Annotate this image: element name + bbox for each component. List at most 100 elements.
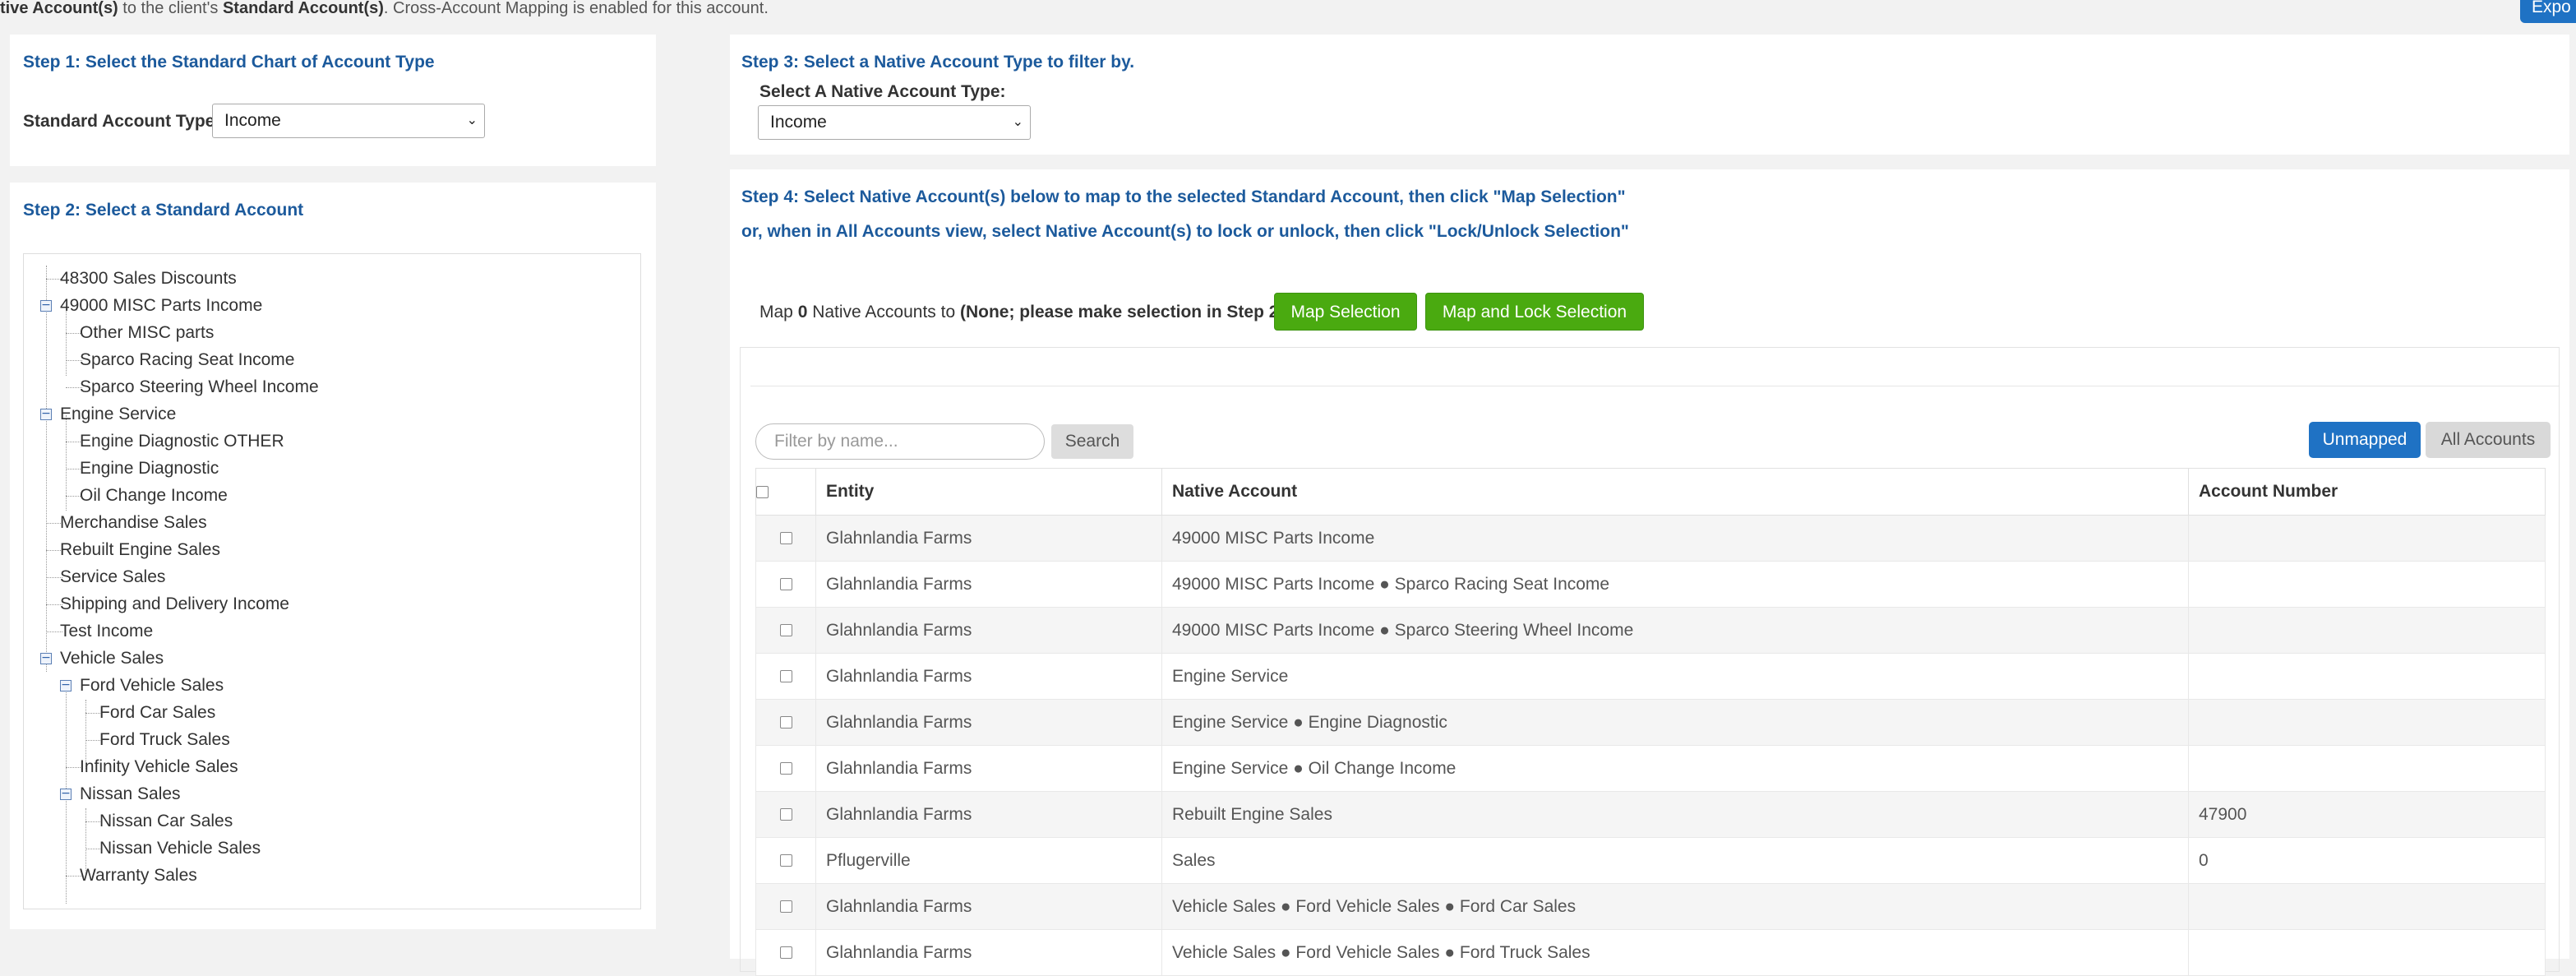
column-header-entity[interactable]: Entity <box>815 468 1162 516</box>
table-row[interactable]: Glahnlandia Farms Engine Service ● Oil C… <box>755 745 2546 792</box>
row-checkbox[interactable] <box>779 624 792 637</box>
native-account-cell: Vehicle Sales ● Ford Vehicle Sales ● For… <box>1161 929 2189 976</box>
table-row[interactable]: Glahnlandia Farms 49000 MISC Parts Incom… <box>755 515 2546 562</box>
row-checkbox[interactable] <box>779 946 792 960</box>
tree-item[interactable]: Oil Change Income <box>80 483 228 509</box>
tree-item[interactable]: Ford Truck Sales <box>99 727 230 753</box>
tree-item[interactable]: Service Sales <box>60 564 165 590</box>
tree-item[interactable]: Rebuilt Engine Sales <box>60 537 220 563</box>
chevron-down-icon: ⌄ <box>1012 115 1023 129</box>
row-checkbox-cell <box>755 837 816 884</box>
native-account-type-value: Income <box>770 113 827 132</box>
step3-panel: Step 3: Select a Native Account Type to … <box>730 35 2569 155</box>
map-count: 0 <box>797 303 808 321</box>
tree-item[interactable]: Sparco Steering Wheel Income <box>80 374 319 400</box>
tree-item[interactable]: Ford Vehicle Sales <box>80 673 224 699</box>
tree-item[interactable]: Nissan Vehicle Sales <box>99 835 261 862</box>
intro-mid: to the client's <box>118 0 223 17</box>
search-button[interactable]: Search <box>1051 424 1133 459</box>
account-number-cell <box>2188 607 2546 654</box>
account-number-cell <box>2188 515 2546 562</box>
row-checkbox[interactable] <box>779 808 792 821</box>
tree-item[interactable]: 49000 MISC Parts Income <box>60 293 262 319</box>
step2-title: Step 2: Select a Standard Account <box>23 201 304 220</box>
tree-item[interactable]: Warranty Sales <box>80 863 197 889</box>
collapse-icon[interactable]: − <box>40 299 52 312</box>
unmapped-toggle-button[interactable]: Unmapped <box>2309 422 2421 458</box>
tree-item[interactable]: Engine Diagnostic OTHER <box>80 428 284 455</box>
table-row[interactable]: Glahnlandia Farms Vehicle Sales ● Ford V… <box>755 883 2546 930</box>
map-selection-button[interactable]: Map Selection <box>1274 293 1417 331</box>
intro-text: tive Account(s) to the client's Standard… <box>0 0 769 20</box>
row-checkbox-cell <box>755 929 816 976</box>
row-checkbox-cell <box>755 607 816 654</box>
tree-item[interactable]: Infinity Vehicle Sales <box>80 754 238 780</box>
tree-item[interactable]: Engine Service <box>60 401 176 428</box>
tree-item[interactable]: Test Income <box>60 618 153 645</box>
native-account-cell: Rebuilt Engine Sales <box>1161 791 2189 838</box>
step3-title: Step 3: Select a Native Account Type to … <box>741 53 1135 72</box>
column-header-native-account[interactable]: Native Account <box>1161 468 2189 516</box>
map-mid: Native Accounts to <box>807 303 960 321</box>
accounts-grid-container: Filter by name... Search Unmapped All Ac… <box>740 347 2560 976</box>
tree-item[interactable]: Engine Diagnostic <box>80 456 219 482</box>
account-number-cell: 0 <box>2188 837 2546 884</box>
row-checkbox[interactable] <box>779 716 792 729</box>
table-row[interactable]: Glahnlandia Farms Engine Service <box>755 653 2546 700</box>
account-number-cell: 47900 <box>2188 791 2546 838</box>
table-row[interactable]: Glahnlandia Farms Vehicle Sales ● Ford V… <box>755 929 2546 976</box>
map-summary: Map 0 Native Accounts to (None; please m… <box>759 294 1284 331</box>
table-row[interactable]: Glahnlandia Farms 49000 MISC Parts Incom… <box>755 607 2546 654</box>
tree-item[interactable]: Ford Car Sales <box>99 700 215 726</box>
native-account-cell: Sales <box>1161 837 2189 884</box>
row-checkbox[interactable] <box>779 670 792 683</box>
all-accounts-toggle-button[interactable]: All Accounts <box>2426 422 2551 458</box>
filter-input[interactable]: Filter by name... <box>755 423 1045 460</box>
standard-account-type-select[interactable]: Income ⌄ <box>212 104 485 138</box>
table-row[interactable]: Glahnlandia Farms Rebuilt Engine Sales 4… <box>755 791 2546 838</box>
step4-instructions-line2: or, when in All Accounts view, select Na… <box>741 222 1629 241</box>
native-account-cell: 49000 MISC Parts Income ● Sparco Racing … <box>1161 561 2189 608</box>
intro-suffix: . Cross-Account Mapping is enabled for t… <box>383 0 769 17</box>
tree-item[interactable]: Merchandise Sales <box>60 510 207 536</box>
row-checkbox-cell <box>755 883 816 930</box>
table-row[interactable]: Glahnlandia Farms Engine Service ● Engin… <box>755 699 2546 746</box>
map-prefix: Map <box>759 303 798 321</box>
map-target: (None; please make selection in Step 2) <box>959 303 1285 321</box>
collapse-icon[interactable]: − <box>40 408 52 420</box>
row-checkbox-cell <box>755 699 816 746</box>
collapse-icon[interactable]: − <box>40 652 52 664</box>
table-row[interactable]: Glahnlandia Farms 49000 MISC Parts Incom… <box>755 561 2546 608</box>
tree-item[interactable]: Vehicle Sales <box>60 645 164 672</box>
intro-bold-standard: Standard Account(s) <box>222 0 384 17</box>
collapse-icon[interactable]: − <box>60 679 72 692</box>
tree-item[interactable]: Nissan Car Sales <box>99 808 233 835</box>
step4-panel: Step 4: Select Native Account(s) below t… <box>730 169 2569 976</box>
row-checkbox-cell <box>755 561 816 608</box>
tree-item[interactable]: Other MISC parts <box>80 320 214 346</box>
table-row[interactable]: Pflugerville Sales 0 <box>755 837 2546 884</box>
tree-item[interactable]: Sparco Racing Seat Income <box>80 347 294 373</box>
account-number-cell <box>2188 929 2546 976</box>
chevron-down-icon: ⌄ <box>466 113 478 127</box>
collapse-icon[interactable]: − <box>60 788 72 800</box>
entity-cell: Glahnlandia Farms <box>815 607 1162 654</box>
row-checkbox[interactable] <box>779 578 792 591</box>
account-number-cell <box>2188 561 2546 608</box>
tree-item[interactable]: Nissan Sales <box>80 781 181 807</box>
tree-item[interactable]: 48300 Sales Discounts <box>60 266 237 292</box>
row-checkbox-cell <box>755 791 816 838</box>
column-header-account-number[interactable]: Account Number <box>2188 468 2546 516</box>
row-checkbox[interactable] <box>779 854 792 867</box>
select-all-checkbox[interactable] <box>756 485 769 498</box>
standard-account-type-value: Income <box>224 111 281 130</box>
row-checkbox[interactable] <box>779 762 792 775</box>
tree-item[interactable]: Shipping and Delivery Income <box>60 591 289 618</box>
intro-bold-native: tive Account(s) <box>0 0 118 17</box>
row-checkbox[interactable] <box>779 532 792 545</box>
row-checkbox[interactable] <box>779 900 792 914</box>
map-and-lock-button[interactable]: Map and Lock Selection <box>1425 293 1644 331</box>
native-account-type-select[interactable]: Income ⌄ <box>758 105 1031 140</box>
export-button[interactable]: Expo <box>2520 0 2576 23</box>
entity-cell: Glahnlandia Farms <box>815 929 1162 976</box>
